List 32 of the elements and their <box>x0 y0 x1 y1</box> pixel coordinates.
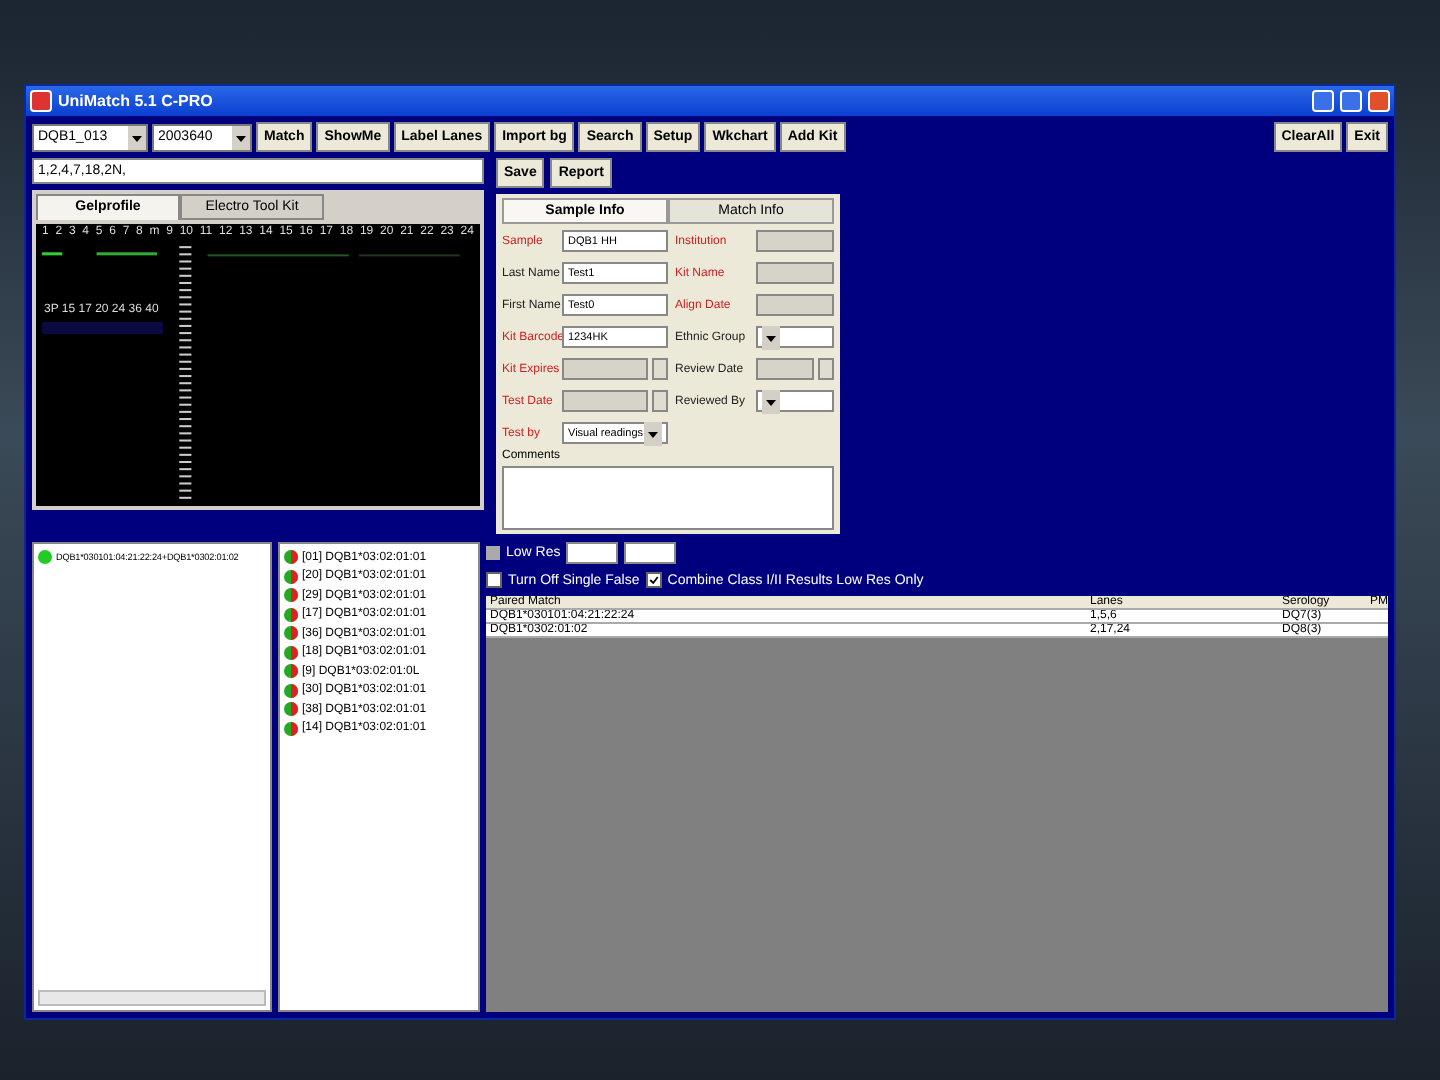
input-field[interactable] <box>566 542 619 564</box>
select-field[interactable] <box>755 390 834 412</box>
allele-ball-icon <box>284 550 298 565</box>
select-field[interactable] <box>755 326 834 348</box>
dropdown-caret-icon[interactable] <box>761 389 780 413</box>
picker-button[interactable] <box>651 358 668 380</box>
minimize-button[interactable] <box>1312 90 1334 112</box>
checkbox[interactable] <box>486 572 502 588</box>
allele-ball-icon <box>284 645 298 660</box>
horizontal-scrollbar[interactable] <box>38 990 266 1006</box>
allele-ball-icon <box>284 683 298 698</box>
picker-button[interactable] <box>818 358 834 380</box>
picker-button[interactable] <box>651 390 668 412</box>
allele-ball-icon <box>284 569 298 584</box>
low-res-icon <box>486 546 500 560</box>
checkbox[interactable] <box>645 572 662 588</box>
maximize-button[interactable] <box>1340 90 1362 112</box>
window-title: UniMatch 5.1 C-PRO <box>58 92 215 110</box>
dropdown-caret-icon[interactable] <box>232 125 250 149</box>
allele-ball-icon <box>284 588 298 603</box>
allele-ball-icon <box>284 607 298 622</box>
allele-ball-icon <box>284 721 298 736</box>
comments-field[interactable] <box>502 466 834 530</box>
dropdown-caret-icon[interactable] <box>761 325 780 349</box>
allele-ball-icon <box>284 664 298 679</box>
allele-ball-icon <box>284 702 298 717</box>
app-icon <box>30 90 52 112</box>
dropdown-caret-icon[interactable] <box>643 421 662 445</box>
close-button[interactable] <box>1368 90 1390 112</box>
dropdown-caret-icon[interactable] <box>128 125 146 149</box>
input-field[interactable] <box>624 542 677 564</box>
allele-ball-icon <box>284 626 298 641</box>
